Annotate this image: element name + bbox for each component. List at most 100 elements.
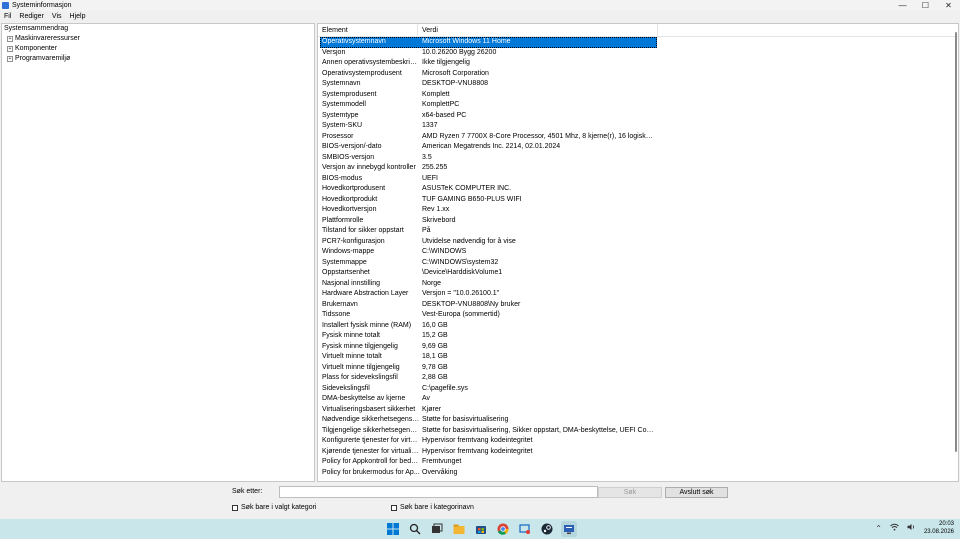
table-row[interactable]: Windows-mappe C:\WINDOWS: [320, 247, 958, 258]
row-value-cell: Fremtvunget: [422, 458, 462, 465]
file-explorer-icon[interactable]: [451, 521, 467, 537]
table-row[interactable]: Versjon 10.0.26200 Bygg 26200: [320, 48, 958, 59]
table-row[interactable]: Sidevekslingsfil C:\pagefile.sys: [320, 384, 958, 395]
row-value-cell: 16,0 GB: [422, 321, 448, 329]
table-row[interactable]: Policy for brukermodus for Ap... Overvåki…: [320, 468, 958, 479]
row-value-cell: Rev 1.xx: [422, 206, 450, 213]
search-icon[interactable]: [407, 521, 423, 537]
table-row[interactable]: Systemprodusent Komplett: [320, 90, 958, 101]
search-category-names-option[interactable]: Søk bare i kategorinavn: [391, 504, 474, 511]
tree-item-label: Komponenter: [15, 45, 58, 52]
table-row[interactable]: Annen operativsystembeskrivel... Ikke til…: [320, 58, 958, 69]
column-header-element[interactable]: Element: [318, 24, 418, 37]
table-row[interactable]: Tilstand for sikker oppstart På: [320, 226, 958, 237]
row-element-cell: Systemtype: [322, 111, 359, 119]
table-row[interactable]: Konfigurerte tjenester for virtu... Hyper…: [320, 436, 958, 447]
windows-start-icon[interactable]: [385, 521, 401, 537]
tree-item-components[interactable]: + Komponenter: [2, 44, 314, 54]
table-row[interactable]: BIOS-modus UEFI: [320, 174, 958, 185]
wifi-icon[interactable]: [890, 523, 899, 533]
row-element-cell: Policy for Appkontroll for bedri...: [322, 458, 420, 465]
task-view-icon[interactable]: [429, 521, 445, 537]
clock[interactable]: 20:03 23.08.2026: [924, 520, 954, 536]
table-row[interactable]: Oppstartsenhet \Device\HarddiskVolume1: [320, 268, 958, 279]
table-row[interactable]: Brukernavn DESKTOP-VNU8808\Ny bruker: [320, 300, 958, 311]
row-value-cell: DESKTOP-VNU8808\Ny bruker: [422, 300, 521, 308]
row-element-cell: Policy for brukermodus for Ap...: [322, 468, 420, 476]
search-category-names-checkbox[interactable]: [391, 504, 397, 511]
row-value-cell: DESKTOP-VNU8808: [422, 80, 489, 87]
maximize-button[interactable]: ☐: [914, 0, 937, 11]
category-tree[interactable]: Systemsammendrag + Maskinvareressurser +…: [1, 23, 315, 482]
tree-item-software-environment[interactable]: + Programvaremiljø: [2, 54, 314, 64]
expand-icon[interactable]: +: [7, 46, 13, 52]
close-button[interactable]: ✕: [937, 0, 960, 11]
table-row[interactable]: Systemmappe C:\WINDOWS\system32: [320, 258, 958, 269]
vertical-scrollbar[interactable]: [955, 32, 957, 452]
table-row[interactable]: Fysisk minne totalt 15,2 GB: [320, 331, 958, 342]
chevron-up-icon[interactable]: ⌃: [875, 524, 882, 533]
expand-icon[interactable]: +: [7, 56, 13, 62]
table-row[interactable]: Systemtype x64-based PC: [320, 111, 958, 122]
menu-edit[interactable]: Rediger: [15, 13, 48, 20]
table-row[interactable]: SMBIOS-versjon 3.5: [320, 153, 958, 164]
search-selected-category-checkbox[interactable]: [232, 504, 238, 511]
expand-icon[interactable]: +: [7, 36, 13, 42]
table-row[interactable]: PCR7-konfigurasjon Utvidelse nødvendig fo…: [320, 237, 958, 248]
search-selected-category-option[interactable]: Søk bare i valgt kategori: [232, 504, 316, 511]
tree-item-hardware-resources[interactable]: + Maskinvareressurser: [2, 34, 314, 44]
row-element-cell: Kjørende tjenester for virtualise...: [322, 447, 420, 455]
menu-view[interactable]: Vis: [48, 13, 66, 20]
menu-help[interactable]: Hjelp: [66, 13, 90, 20]
row-element-cell: Hovedkortversjon: [322, 206, 377, 213]
table-row-selected[interactable]: Operativsystemnavn Microsoft Windows 11 H…: [320, 37, 657, 48]
table-row[interactable]: Hovedkortversjon Rev 1.xx: [320, 205, 958, 216]
chrome-icon[interactable]: [495, 521, 511, 537]
table-row[interactable]: Policy for Appkontroll for bedri... Fremt…: [320, 457, 958, 468]
table-row[interactable]: Operativsystemprodusent Microsoft Corpora…: [320, 69, 958, 80]
row-element-cell: Virtuelt minne tilgjengelig: [322, 363, 400, 371]
snipping-tool-icon[interactable]: [517, 521, 533, 537]
table-row[interactable]: System-SKU 1337: [320, 121, 958, 132]
row-value-cell: 2,88 GB: [422, 374, 448, 381]
table-row[interactable]: Virtualiseringsbasert sikkerhet Kjører: [320, 405, 958, 416]
row-element-cell: Brukernavn: [322, 300, 358, 308]
find-input[interactable]: [279, 486, 598, 498]
row-value-cell: 255.255: [422, 164, 448, 171]
store-icon[interactable]: [473, 521, 489, 537]
row-element-cell: Windows-mappe: [322, 248, 375, 255]
table-row[interactable]: Kjørende tjenester for virtualise... Hype…: [320, 447, 958, 458]
tree-item-system-summary[interactable]: Systemsammendrag: [2, 24, 314, 34]
system-information-icon[interactable]: [561, 521, 577, 537]
table-row[interactable]: Nødvendige sikkerhetsegenska... Støtte fo…: [320, 415, 958, 426]
table-row[interactable]: Systemnavn DESKTOP-VNU8808: [320, 79, 958, 90]
table-row[interactable]: Prosessor AMD Ryzen 7 7700X 8-Core Proces…: [320, 132, 958, 143]
table-row[interactable]: Tidssone Vest-Europa (sommertid): [320, 310, 958, 321]
table-row[interactable]: Hardware Abstraction Layer Versjon = "10.…: [320, 289, 958, 300]
row-value-cell: Støtte for basisvirtualisering, Sikker o…: [422, 426, 655, 434]
details-list[interactable]: Element Verdi Operativsystemnavn Microsof…: [317, 23, 959, 482]
table-row[interactable]: Plass for sidevekslingsfil 2,88 GB: [320, 373, 958, 384]
table-row[interactable]: Virtuelt minne tilgjengelig 9,78 GB: [320, 363, 958, 374]
volume-icon[interactable]: [907, 523, 916, 533]
table-row[interactable]: Nasjonal innstilling Norge: [320, 279, 958, 290]
table-row[interactable]: Systemmodell KomplettPC: [320, 100, 958, 111]
table-row[interactable]: Fysisk minne tilgjengelig 9,69 GB: [320, 342, 958, 353]
table-row[interactable]: DMA-beskyttelse av kjerne Av: [320, 394, 958, 405]
table-row[interactable]: Hovedkortprodusent ASUSTeK COMPUTER INC.: [320, 184, 958, 195]
table-row[interactable]: Hovedkortprodukt TUF GAMING B650-PLUS WIF…: [320, 195, 958, 206]
tree-item-label: Programvaremiljø: [15, 55, 71, 62]
table-row[interactable]: Plattformrolle Skrivebord: [320, 216, 958, 227]
table-row[interactable]: BIOS-versjon/-dato American Megatrends In…: [320, 142, 958, 153]
table-row[interactable]: Installert fysisk minne (RAM) 16,0 GB: [320, 321, 958, 332]
menu-file[interactable]: Fil: [0, 13, 15, 20]
close-find-button[interactable]: Avslutt søk: [665, 487, 728, 498]
column-header-value[interactable]: Verdi: [418, 24, 658, 37]
find-button[interactable]: Søk: [598, 487, 662, 498]
table-row[interactable]: Versjon av innebygd kontroller 255.255: [320, 163, 958, 174]
steam-icon[interactable]: [539, 521, 555, 537]
table-row[interactable]: Tilgjengelige sikkerhetsegenska... Støtte…: [320, 426, 958, 437]
row-value-cell: Vest-Europa (sommertid): [422, 311, 500, 318]
minimize-button[interactable]: —: [891, 0, 914, 11]
table-row[interactable]: Virtuelt minne totalt 18,1 GB: [320, 352, 958, 363]
